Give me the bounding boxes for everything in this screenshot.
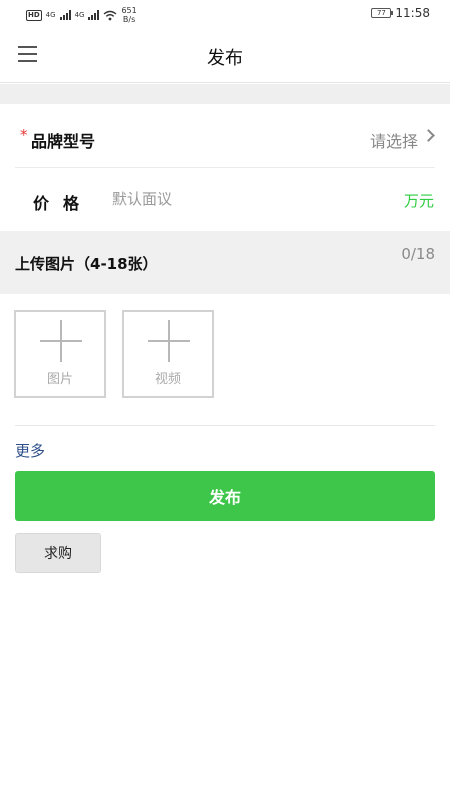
plus-icon-vertical [60, 320, 62, 362]
page-title: 发布 [207, 48, 243, 69]
sim1-label: 4G [45, 11, 56, 19]
price-label: 价格 [33, 194, 94, 213]
section-gap [0, 84, 450, 104]
price-row: 价格 万元 [0, 168, 450, 230]
nav-bar: 发布 [0, 28, 450, 83]
signal-icon-2 [88, 10, 100, 20]
wifi-icon [104, 10, 117, 20]
plus-icon-vertical [168, 320, 170, 362]
price-unit: 万元 [403, 192, 434, 210]
status-bar: HD 4G 4G 651 B/s 77 11:58 [0, 0, 450, 28]
publish-button[interactable]: 发布 [15, 471, 435, 521]
hd-icon: HD [26, 9, 42, 21]
battery-icon: 77 [371, 8, 394, 18]
add-video-label: 视频 [154, 372, 181, 387]
net-speed-value: 651 [121, 6, 137, 15]
status-left: HD 4G 4G 651 B/s [26, 6, 137, 24]
required-mark: * [20, 126, 28, 144]
buy-request-button[interactable]: 求购 [15, 533, 101, 573]
clock: 11:58 [395, 6, 430, 20]
upload-header: 上传图片（4-18张） 0/18 [0, 231, 450, 294]
divider [15, 425, 435, 426]
net-speed: 651 B/s [121, 6, 136, 24]
signal-icon-1 [59, 10, 71, 20]
price-input[interactable] [112, 186, 332, 212]
upload-count: 0/18 [401, 245, 435, 263]
sim2-label: 4G [74, 11, 85, 19]
add-image-label: 图片 [46, 372, 73, 387]
status-right: 77 11:58 [371, 6, 430, 20]
add-image-button[interactable]: 图片 [14, 310, 106, 398]
net-speed-unit: B/s [122, 15, 136, 24]
brand-model-label: 品牌型号 [31, 132, 96, 151]
chevron-right-icon [422, 129, 435, 142]
upload-title: 上传图片（4-18张） [15, 255, 158, 273]
more-link[interactable]: 更多 [15, 440, 45, 461]
upload-tiles: 图片 视频 [14, 310, 214, 398]
brand-model-select[interactable]: 请选择 [370, 128, 418, 152]
brand-model-row[interactable]: * 品牌型号 请选择 [0, 104, 450, 167]
add-video-button[interactable]: 视频 [122, 310, 214, 398]
